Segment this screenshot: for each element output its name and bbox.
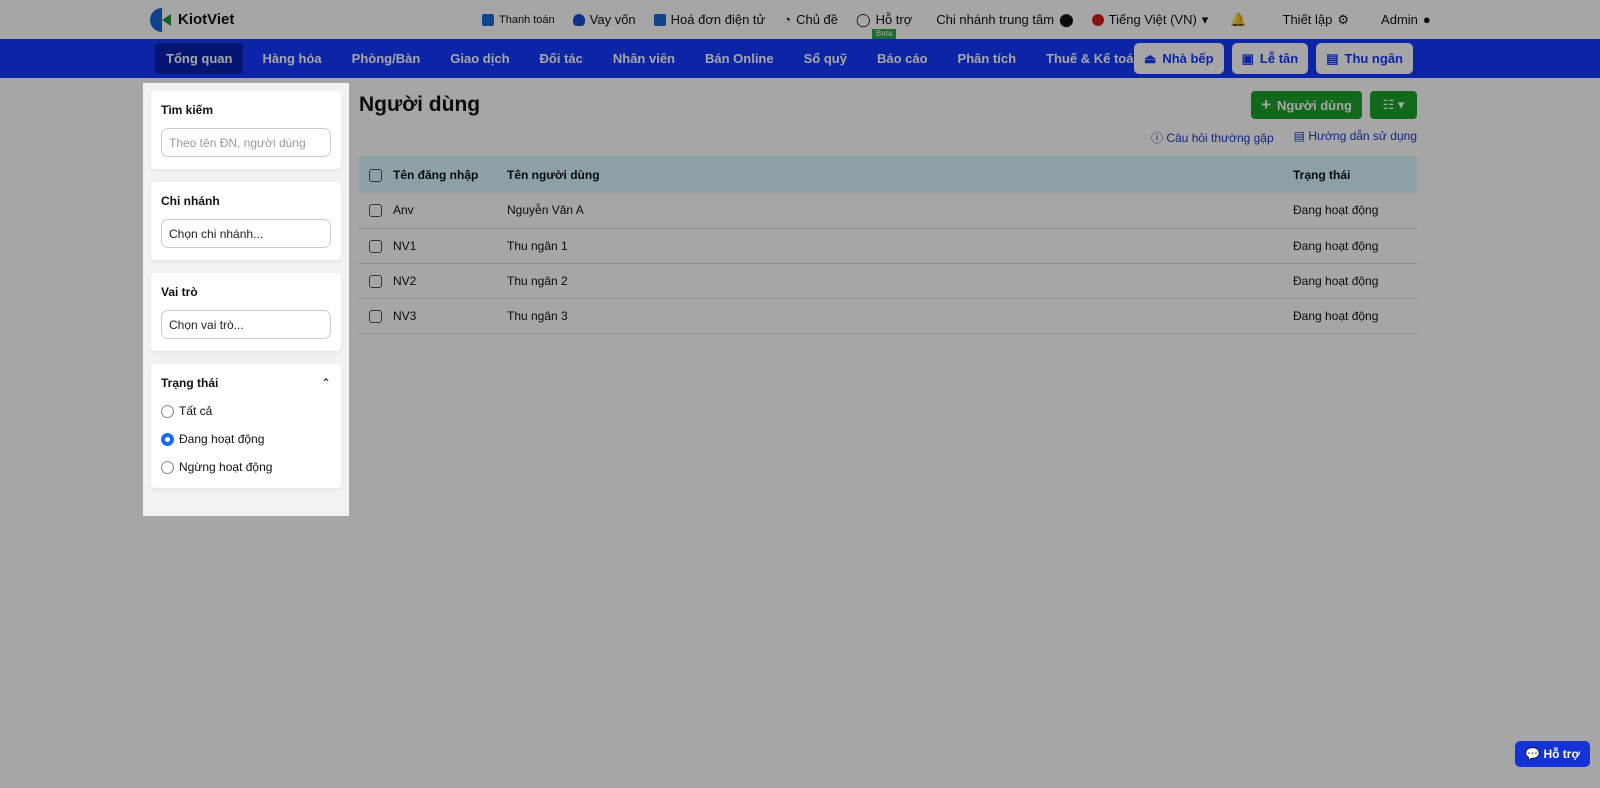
branch-filter: Chi nhánh Chọn chi nhánh... bbox=[151, 182, 341, 260]
status-filter: Trạng thái ⌃ Tất cả Đang hoạt động Ngừng … bbox=[151, 364, 341, 488]
search-input[interactable] bbox=[161, 128, 331, 157]
role-select[interactable]: Chọn vai trò... bbox=[161, 310, 331, 339]
support-chat-label: Hỗ trợ bbox=[1543, 747, 1580, 761]
branch-filter-label: Chi nhánh bbox=[161, 194, 220, 208]
search-filter-label: Tìm kiếm bbox=[161, 103, 214, 117]
search-filter: Tìm kiếm bbox=[151, 91, 341, 169]
status-option-inactive[interactable]: Ngừng hoạt động bbox=[161, 460, 331, 474]
status-option-active[interactable]: Đang hoạt động bbox=[161, 432, 331, 446]
radio-checked-icon bbox=[161, 432, 174, 446]
status-option-all[interactable]: Tất cả bbox=[161, 404, 331, 418]
chat-bubble-icon: 💬 bbox=[1525, 747, 1541, 761]
chevron-up-icon[interactable]: ⌃ bbox=[321, 376, 331, 390]
status-option-label: Tất cả bbox=[179, 404, 213, 418]
role-filter: Vai trò Chọn vai trò... bbox=[151, 273, 341, 351]
status-option-label: Đang hoạt động bbox=[179, 432, 265, 446]
status-option-label: Ngừng hoạt động bbox=[179, 460, 273, 474]
support-chat-button[interactable]: 💬 Hỗ trợ bbox=[1515, 741, 1590, 767]
role-filter-label: Vai trò bbox=[161, 285, 198, 299]
radio-icon bbox=[161, 404, 174, 418]
filter-sidebar: Tìm kiếm Chi nhánh Chọn chi nhánh... Vai… bbox=[143, 83, 349, 516]
status-filter-label: Trạng thái bbox=[161, 376, 219, 390]
branch-select[interactable]: Chọn chi nhánh... bbox=[161, 219, 331, 248]
radio-icon bbox=[161, 460, 174, 474]
